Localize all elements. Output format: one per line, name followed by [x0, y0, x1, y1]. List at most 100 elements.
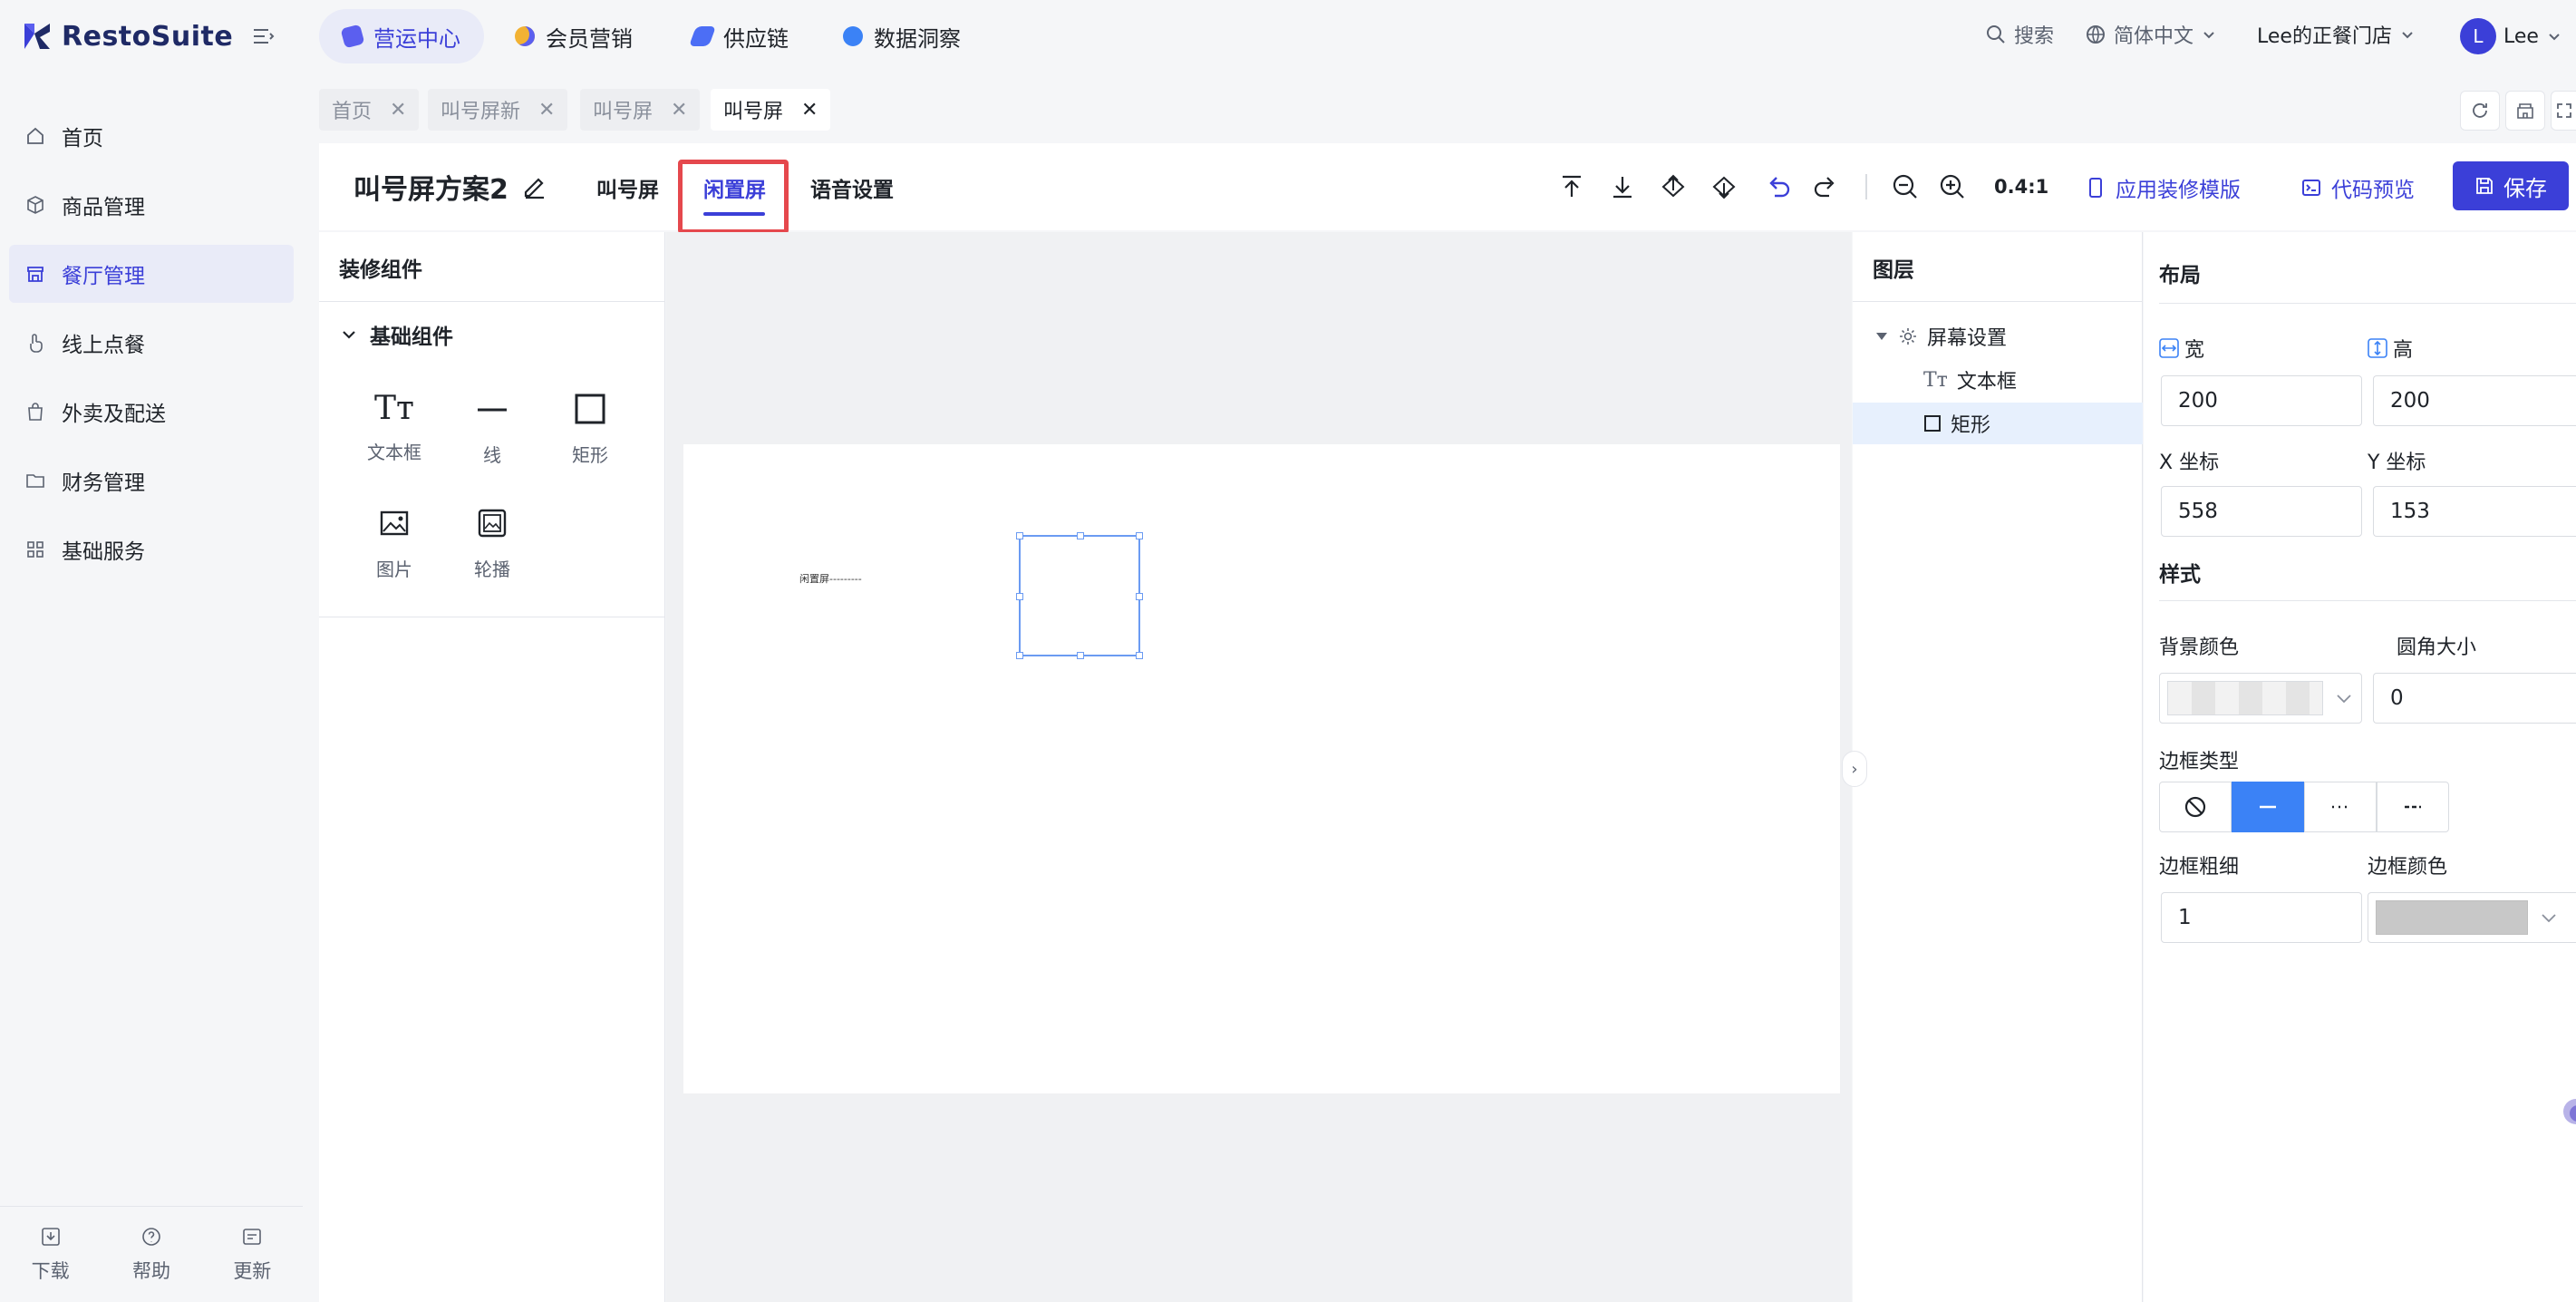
component-carousel[interactable]: 轮播 [451, 504, 533, 581]
refresh-button[interactable] [2460, 91, 2500, 131]
border-type-none[interactable] [2159, 782, 2232, 832]
border-type-solid[interactable] [2232, 782, 2304, 832]
topnav-operations[interactable]: 营运中心 [319, 9, 484, 63]
store-view-button[interactable] [2505, 91, 2545, 131]
menu-collapse-icon[interactable] [250, 24, 276, 49]
redo-button[interactable] [1811, 172, 1840, 201]
update-icon [243, 1228, 262, 1245]
sidebar-item-online-order[interactable]: 线上点餐 [9, 314, 294, 372]
zoom-out-button[interactable] [1891, 172, 1920, 201]
topnav-data-insights[interactable]: 数据洞察 [819, 9, 984, 63]
component-rectangle[interactable]: 矩形 [549, 390, 631, 467]
panel-collapse-button[interactable]: › [1842, 751, 1867, 787]
code-preview-button[interactable]: 代码预览 [2300, 172, 2415, 203]
layer-label: 屏幕设置 [1927, 327, 2008, 350]
store-label: Lee的正餐门店 [2257, 25, 2392, 48]
component-group-header[interactable]: 基础组件 [341, 319, 453, 350]
search-button[interactable]: 搜索 [1985, 20, 2054, 49]
tab-call-screen-active[interactable]: 叫号屏 ✕ [711, 89, 831, 131]
tab-label: 叫号屏 [723, 101, 784, 123]
layer-up-button[interactable] [1659, 172, 1688, 201]
resize-handle[interactable] [1077, 652, 1084, 659]
zoom-in-button[interactable] [1938, 172, 1967, 201]
update-button[interactable]: 更新 [233, 1226, 271, 1284]
sidebar-item-label: 线上点餐 [62, 334, 145, 357]
close-icon[interactable]: ✕ [538, 99, 555, 121]
help-button[interactable]: 帮助 [132, 1226, 170, 1284]
component-image[interactable]: 图片 [353, 504, 435, 581]
sidebar-item-finance[interactable]: 财务管理 [9, 452, 294, 510]
resize-handle[interactable] [1136, 532, 1143, 539]
screen-canvas[interactable] [683, 444, 1840, 1093]
component-panel: 装修组件 基础组件 Tт 文本框 线 矩形 图片 轮播 [319, 232, 665, 1302]
layer-down-button[interactable] [1709, 172, 1738, 201]
topnav-member-marketing[interactable]: 会员营销 [491, 9, 656, 63]
resize-handle[interactable] [1016, 652, 1023, 659]
close-icon[interactable]: ✕ [801, 99, 818, 121]
sidebar-item-label: 商品管理 [62, 196, 145, 219]
width-label: 宽 [2184, 339, 2205, 362]
height-label: 高 [2393, 339, 2414, 362]
topnav-supply-chain[interactable]: 供应链 [669, 9, 812, 63]
tab-call-screen[interactable]: 叫号屏 ✕ [580, 89, 701, 131]
save-button[interactable]: 保存 [2453, 161, 2569, 210]
sidebar-item-home[interactable]: 首页 [9, 107, 294, 165]
radius-input[interactable]: 0 [2373, 673, 2576, 724]
border-width-input[interactable]: 1 [2161, 892, 2362, 943]
user-menu[interactable]: L Lee [2460, 18, 2562, 54]
x-input[interactable]: 558 [2161, 486, 2362, 537]
tab-home[interactable]: 首页 ✕ [319, 89, 420, 131]
resize-handle[interactable] [1016, 532, 1023, 539]
layer-item-screen-settings[interactable]: 屏幕设置 [1853, 316, 2143, 357]
resize-handle[interactable] [1136, 593, 1143, 600]
align-top-icon [1563, 175, 1581, 197]
apply-template-label: 应用装修模版 [2116, 179, 2241, 202]
border-type-dashed[interactable] [2377, 782, 2449, 832]
save-label: 保存 [2503, 175, 2547, 201]
bg-color-picker[interactable] [2159, 673, 2362, 724]
tab-call-screen-new[interactable]: 叫号屏新 ✕ [428, 89, 568, 131]
brand-logo[interactable]: RestoSuite [22, 16, 233, 56]
mobile-icon [2089, 178, 2102, 198]
undo-button[interactable] [1764, 172, 1793, 201]
sidebar-item-products[interactable]: 商品管理 [9, 176, 294, 234]
assistant-bubble-icon[interactable] [2554, 1093, 2576, 1130]
mode-tab-call-screen[interactable]: 叫号屏 [596, 172, 659, 203]
component-text[interactable]: Tт 文本框 [353, 390, 435, 464]
layer-item-text[interactable]: Tт 文本框 [1853, 359, 2143, 401]
y-label: Y 坐标 [2368, 452, 2426, 474]
canvas-rectangle-element[interactable] [1016, 532, 1143, 659]
sidebar-item-label: 餐厅管理 [62, 265, 145, 288]
close-icon[interactable]: ✕ [671, 99, 687, 121]
component-line[interactable]: 线 [451, 390, 533, 467]
send-to-bottom-button[interactable] [1608, 172, 1637, 201]
sidebar-item-restaurant[interactable]: 餐厅管理 [9, 245, 294, 303]
topnav-label: 会员营销 [546, 25, 633, 52]
component-label: 矩形 [572, 444, 608, 466]
sidebar-item-delivery[interactable]: 外卖及配送 [9, 383, 294, 441]
layer-item-rectangle[interactable]: 矩形 [1853, 403, 2143, 444]
grid-icon [27, 541, 44, 558]
apply-template-button[interactable]: 应用装修模版 [2085, 172, 2241, 203]
sidebar-item-basic-services[interactable]: 基础服务 [9, 520, 294, 578]
width-input[interactable]: 200 [2161, 375, 2362, 426]
resize-handle[interactable] [1136, 652, 1143, 659]
language-select[interactable]: 简体中文 [2085, 20, 2217, 49]
store-select[interactable]: Lee的正餐门店 [2257, 20, 2416, 49]
layer-panel-title: 图层 [1873, 258, 1914, 282]
border-color-picker[interactable] [2368, 892, 2576, 943]
resize-handle[interactable] [1016, 593, 1023, 600]
download-button[interactable]: 下载 [32, 1226, 70, 1284]
pencil-icon [524, 178, 544, 199]
fullscreen-button[interactable] [2551, 91, 2576, 131]
height-input[interactable]: 200 [2373, 375, 2576, 426]
bring-to-top-button[interactable] [1557, 172, 1586, 201]
border-type-dotted[interactable] [2304, 782, 2377, 832]
y-input[interactable]: 153 [2373, 486, 2576, 537]
canvas-text-element[interactable]: 闲置屏--------- [799, 571, 862, 586]
close-icon[interactable]: ✕ [390, 99, 406, 121]
resize-handle[interactable] [1077, 532, 1084, 539]
zoom-out-icon [1893, 174, 1917, 199]
mode-tab-voice-settings[interactable]: 语音设置 [810, 172, 894, 203]
edit-title-button[interactable] [520, 172, 549, 201]
